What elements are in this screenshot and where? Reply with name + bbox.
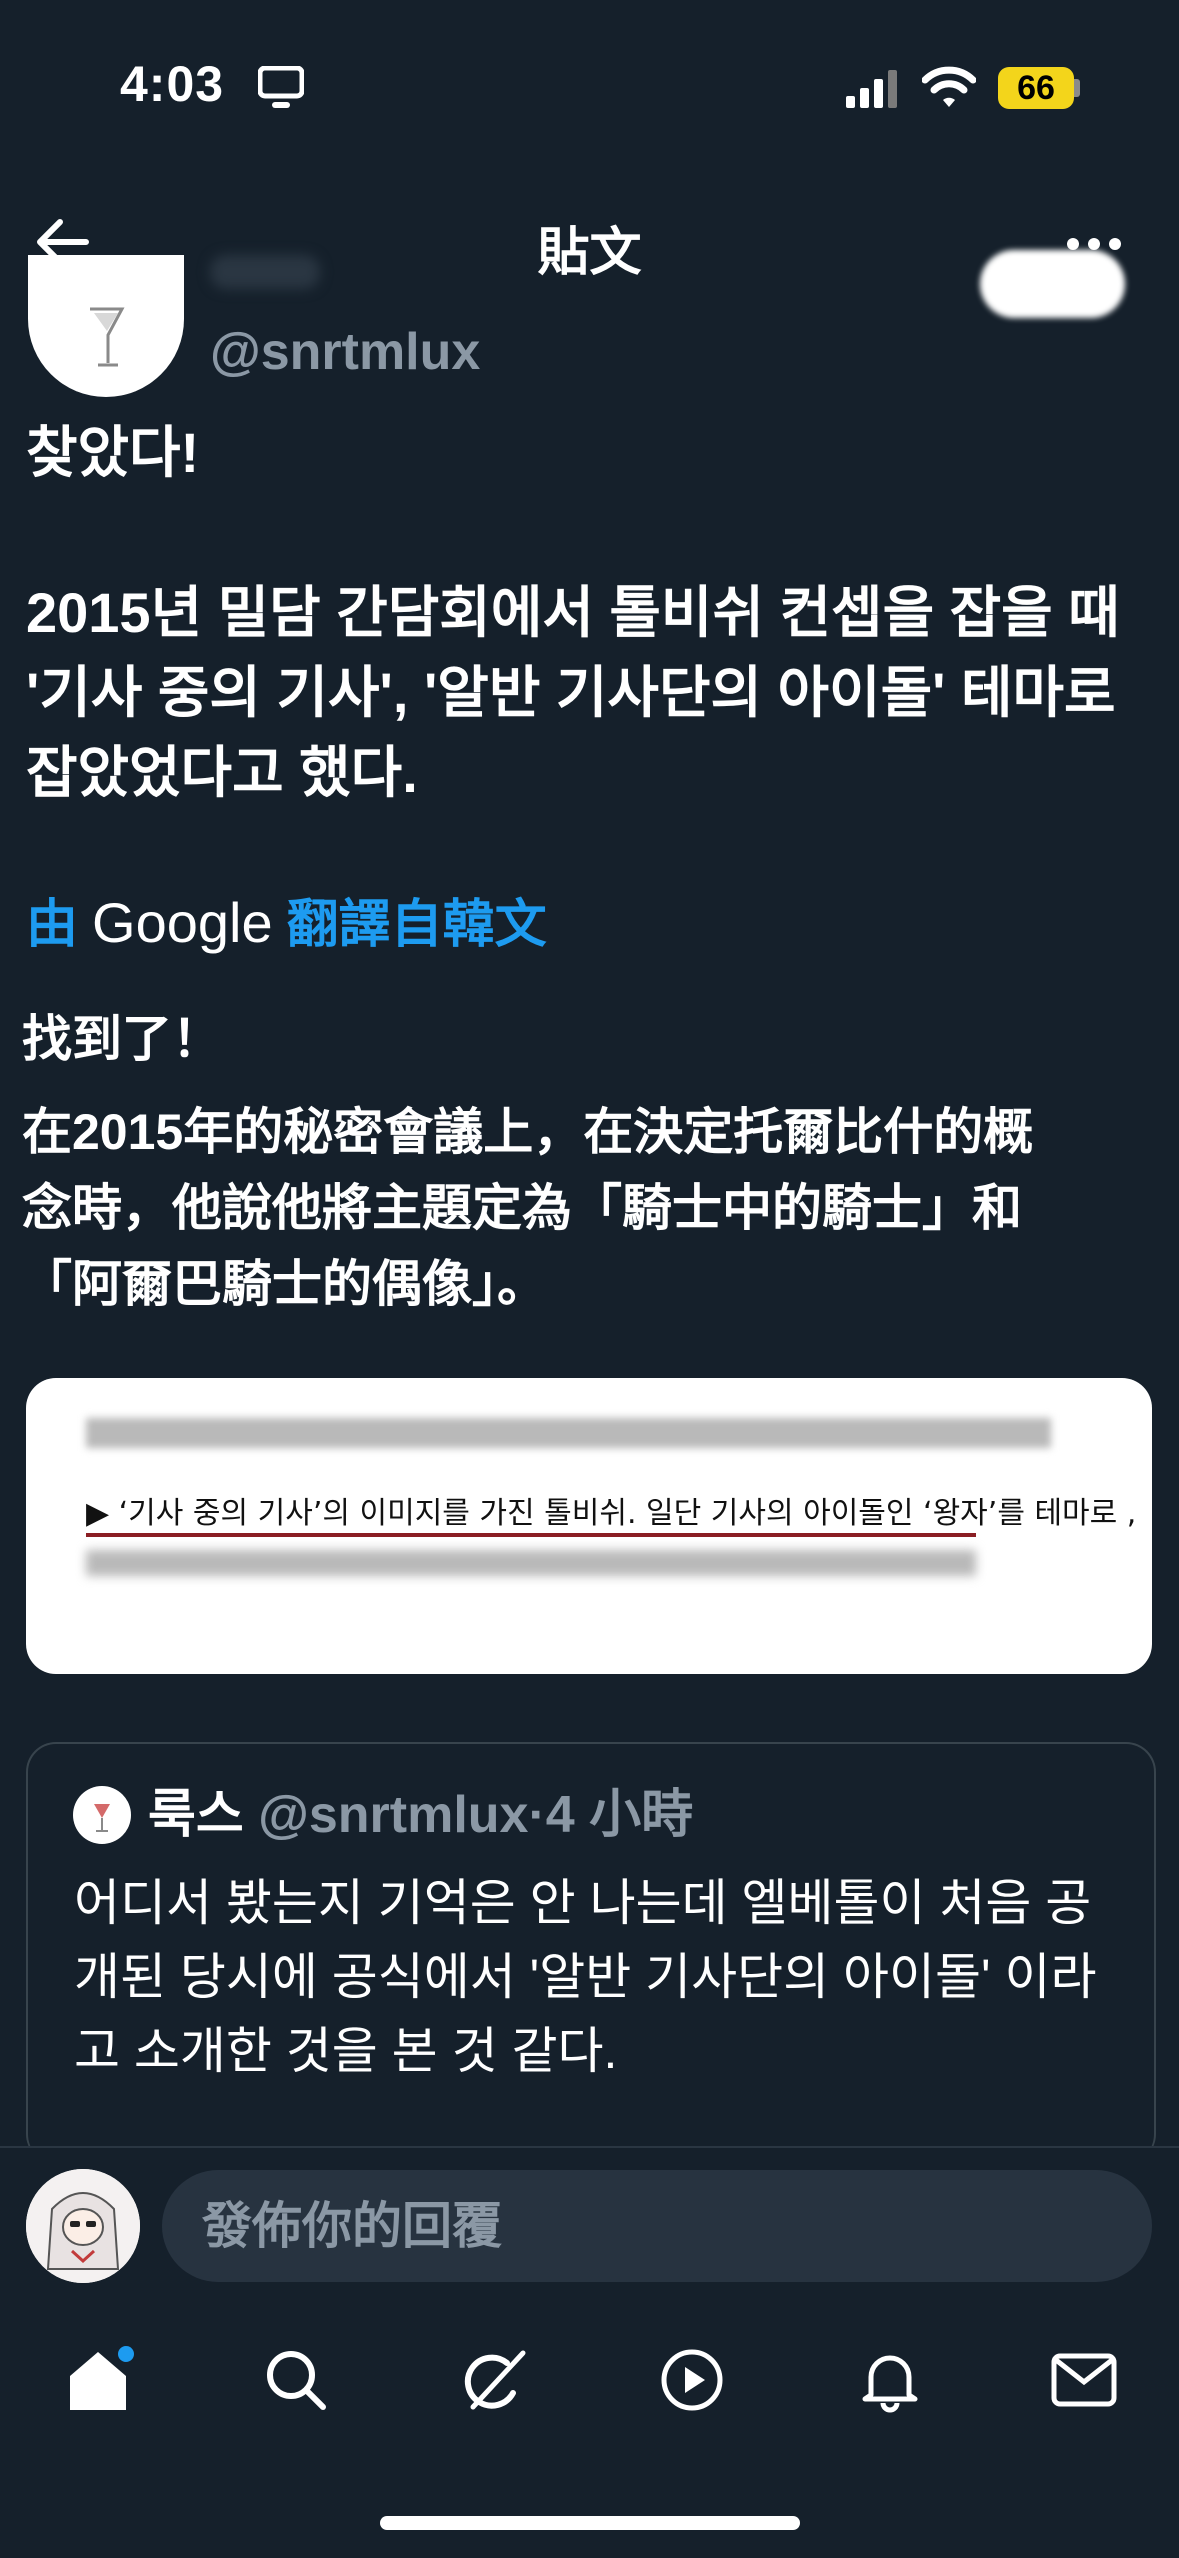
quoted-time: 4 小時 (545, 1786, 694, 1844)
tab-home[interactable] (58, 2340, 138, 2420)
author-name-blurred (210, 255, 320, 289)
quoted-post-text: 어디서 봤는지 기억은 안 나는데 엘베톨이 처음 공개된 당시에 공식에서 '… (74, 1875, 1097, 2079)
profile-avatar-illustration (26, 2169, 140, 2283)
messages-icon (1051, 2353, 1117, 2407)
translation-line-3: 念時，他說他將主題定為「騎士中的騎士」和 (22, 1180, 1022, 1236)
image-blurred-bottom (86, 1550, 976, 1576)
home-icon (70, 2346, 134, 2410)
tab-video[interactable] (652, 2340, 732, 2420)
post-text-line-1: 찾았다! (26, 421, 200, 484)
cocktail-glass-icon (90, 307, 125, 367)
post-text-line-2: 2015년 밀담 간담회에서 톨비쉬 컨셉을 잡을 때 (26, 581, 1120, 644)
follow-button[interactable] (980, 250, 1125, 318)
google-label: Google (92, 891, 273, 954)
grok-icon (464, 2350, 526, 2410)
translation-by-label: 由 (26, 896, 79, 954)
image-caption: ▶ ‘기사 중의 기사’의 이미지를 가진 톨비쉬. 일단 기사의 아이돌인 ‘… (86, 1496, 1137, 1531)
status-time: 4:03 (120, 56, 225, 112)
search-icon (267, 2351, 326, 2410)
translation-line-4: 「阿爾巴騎士的偶像」。 (22, 1256, 547, 1312)
translation-from-label: 翻譯自韓文 (286, 896, 547, 954)
tab-messages[interactable] (1044, 2340, 1124, 2420)
author-avatar[interactable] (28, 255, 184, 397)
tab-notifications[interactable] (850, 2340, 930, 2420)
author-handle[interactable]: @snrtmlux (210, 322, 480, 382)
image-blurred-top (86, 1418, 1051, 1448)
tab-search[interactable] (256, 2340, 336, 2420)
quoted-author-handle: @snrtmlux (258, 1786, 529, 1844)
signal-icon (846, 70, 897, 108)
quoted-author-avatar (73, 1786, 131, 1844)
cocktail-glass-icon (94, 1804, 110, 1832)
wifi-icon (922, 66, 976, 107)
translation-line-1: 找到了！ (22, 1011, 222, 1067)
post-text-line-4: 잡았었다고 했다. (26, 741, 418, 804)
battery-tip (1074, 79, 1080, 97)
notifications-icon (862, 2355, 918, 2413)
quoted-separator: · (528, 1786, 546, 1844)
post-text-line-3: '기사 중의 기사', '알반 기사단의 아이돌' 테마로 (26, 661, 1116, 724)
battery-indicator: 66 (998, 67, 1074, 109)
translation-line-2: 在2015年的秘密會議上，在決定托爾比什的概 (22, 1104, 1034, 1160)
post-image[interactable]: ▶ ‘기사 중의 기사’의 이미지를 가진 톨비쉬. 일단 기사의 아이돌인 ‘… (26, 1378, 1152, 1674)
translation-attribution[interactable]: 由 Google 翻譯自韓文 (26, 893, 547, 955)
image-underline (86, 1533, 976, 1537)
screen-mirroring-icon (258, 66, 304, 108)
home-indicator[interactable] (380, 2516, 800, 2530)
reply-input[interactable]: 發佈你的回覆 (162, 2170, 1152, 2282)
quoted-author-name: 룩스 (148, 1786, 244, 1844)
my-avatar[interactable] (26, 2169, 140, 2283)
quoted-post-header: 룩스 @snrtmlux·4 小時 (148, 1785, 693, 1845)
tab-grok[interactable] (454, 2340, 534, 2420)
video-icon (661, 2349, 723, 2411)
